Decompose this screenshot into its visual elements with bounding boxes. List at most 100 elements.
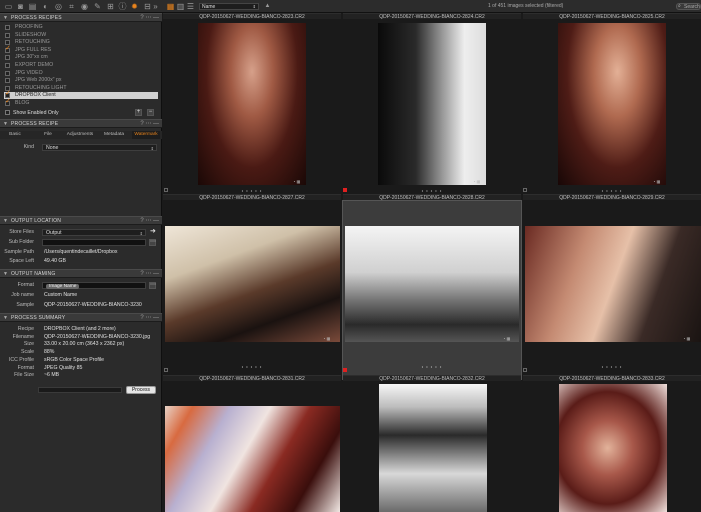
remove-recipe-button[interactable]: − [147,109,154,116]
select-checkbox[interactable] [523,188,527,192]
photo-thumbnail[interactable] [198,23,306,185]
brush-icon[interactable]: ✎ [93,2,102,11]
thumbnail-cell[interactable]: ◔ ▦ • • • • • [523,201,701,379]
image-name-token[interactable]: Image Name [46,284,80,289]
library-icon[interactable]: ▤ [28,2,37,11]
search-field[interactable]: ⌕ Search [676,3,701,10]
output-gear-icon[interactable]: ✹ [130,2,139,11]
tab-adjustments[interactable]: Adjustments [63,131,97,139]
tab-basic[interactable]: Basic [5,131,25,139]
rating-dots[interactable]: • • • • • [523,364,701,369]
tab-file[interactable]: File [38,131,58,139]
thumbnail-cell[interactable]: ◔ ▦ • • • • • [163,201,341,379]
recipe-item[interactable]: EXPORT DEMO [4,62,158,69]
rating-dots[interactable]: • • • • • [343,364,521,369]
process-button[interactable]: Process [126,386,156,394]
sub-folder-input[interactable] [42,239,146,246]
photo-thumbnail[interactable] [558,23,666,185]
photo-thumbnail[interactable] [165,226,340,342]
thumbnail-cell-selected[interactable]: ◔ ▦ • • • • • [342,200,522,380]
show-enabled-row[interactable]: Show Enabled Only [4,109,104,117]
recipe-item[interactable]: RETOUCHING LIGHT [4,85,158,92]
select-checkbox[interactable] [164,368,168,372]
thumbnail-cell[interactable]: ◔ ▦ • • • • • [343,20,521,200]
collapse-arrow-icon[interactable]: ▼ [3,15,8,21]
select-checkbox[interactable] [523,368,527,372]
format-edit-button[interactable]: ⋯ [149,282,156,289]
thumbnail-cell[interactable]: ◔ ▦ • • • • • [523,20,701,200]
collapse-arrow-icon[interactable]: ▼ [3,271,8,277]
recipe-item[interactable]: ✓ JPG FULL RES [4,45,158,54]
grid-view-icon[interactable]: ▦ [166,2,175,11]
rating-dots[interactable]: • • • • • [163,364,341,369]
select-checkbox[interactable] [164,188,168,192]
recipe-item[interactable]: JPG Web 2000x" px [4,77,158,84]
recipe-item[interactable]: ✓ DROPBOX Client [4,90,158,100]
collapse-arrow-icon[interactable]: ▼ [3,218,8,224]
section-controls-icon[interactable]: ? ⋯ — [140,14,159,21]
section-controls-icon[interactable]: ? ⋯ — [140,120,159,127]
thumbnail-cell[interactable] [163,382,341,512]
sort-select[interactable]: Name ⇕ [199,3,259,10]
collapse-arrow-icon[interactable]: ▼ [3,121,8,127]
summary-row: Recipe DROPBOX Client (and 2 more) [0,326,162,333]
color-tag-red[interactable] [343,368,347,372]
photo-thumbnail[interactable] [378,23,486,185]
job-name-value[interactable]: Custom Name [44,292,77,299]
tab-watermark[interactable]: Watermark [132,131,160,139]
color-tag-red[interactable] [343,188,347,192]
recipe-item[interactable]: JPG VIDEO [4,70,158,77]
thumbnail-cell[interactable] [343,382,521,512]
recipe-item[interactable]: SLIDESHOW [4,32,158,39]
recipe-enable-checkbox[interactable] [5,63,10,68]
output-location-header[interactable]: ▼ OUTPUT LOCATION ? ⋯ — [0,216,162,225]
recipe-enable-checkbox[interactable] [5,70,10,76]
photo-thumbnail[interactable] [165,406,340,512]
photo-thumbnail[interactable] [379,384,487,512]
recipe-item[interactable]: PROOFING [4,24,158,31]
rating-dots[interactable]: • • • • • [343,188,521,193]
store-files-select[interactable]: Output ⇕ [42,229,146,236]
process-summary-header[interactable]: ▼ PROCESS SUMMARY ? ⋯ — [0,313,162,322]
recipe-enable-checkbox[interactable] [5,78,10,84]
recipe-item[interactable]: ✓ BLOG [4,98,158,107]
more-icon[interactable]: » [151,2,160,11]
section-controls-icon[interactable]: ? ⋯ — [140,217,159,224]
color-icon[interactable]: ◎ [54,2,63,11]
photo-thumbnail[interactable] [525,226,701,342]
show-enabled-checkbox[interactable] [5,110,10,115]
recipe-enable-checkbox[interactable] [5,32,10,38]
folder-icon[interactable]: ▭ [4,2,13,11]
thumbnail-cell[interactable]: ◔ ▦ • • • • • [163,20,341,200]
filmstrip-view-icon[interactable]: ▥ [176,2,185,11]
rating-dots[interactable]: • • • • • [163,188,341,193]
list-view-icon[interactable]: ☰ [186,2,195,11]
photo-thumbnail[interactable] [345,226,519,342]
collapse-arrow-icon[interactable]: ▼ [3,315,8,321]
section-controls-icon[interactable]: ? ⋯ — [140,314,159,321]
format-input[interactable]: Image Name [42,282,146,289]
section-controls-icon[interactable]: ? ⋯ — [140,270,159,277]
info-icon[interactable]: ⓘ [118,2,127,11]
recipe-item[interactable]: JPG 30"xx cm [4,54,158,61]
kind-select[interactable]: None ⇕ [42,144,157,151]
output-naming-header[interactable]: ▼ OUTPUT NAMING ? ⋯ — [0,269,162,278]
photo-thumbnail[interactable] [559,384,667,512]
recipe-enable-checkbox[interactable] [5,25,10,30]
process-recipes-header[interactable]: ▼ PROCESS RECIPES ? ⋯ — [0,13,162,22]
recipe-enable-checkbox[interactable] [5,55,10,61]
process-recipe-header[interactable]: ▼ PROCESS RECIPE ? ⋯ — [0,119,162,128]
tab-metadata[interactable]: Metadata [100,131,128,139]
crop-icon[interactable]: ⌗ [67,2,76,11]
arrow-right-icon[interactable]: ➜ [150,228,156,235]
add-recipe-button[interactable]: + [135,109,142,116]
thumbnail-cell[interactable] [523,382,701,512]
rating-dots[interactable]: • • • • • [523,188,701,193]
sub-folder-browse-button[interactable]: ⋯ [149,239,156,246]
exposure-icon[interactable]: ◐ [41,2,50,11]
camera-icon[interactable]: ◙ [16,2,25,11]
sort-direction-icon[interactable]: ▲ [263,2,272,11]
details-icon[interactable]: ⊞ [106,2,115,11]
lens-icon[interactable]: ◉ [80,2,89,11]
recipe-item[interactable]: RETOUCHING [4,39,158,46]
